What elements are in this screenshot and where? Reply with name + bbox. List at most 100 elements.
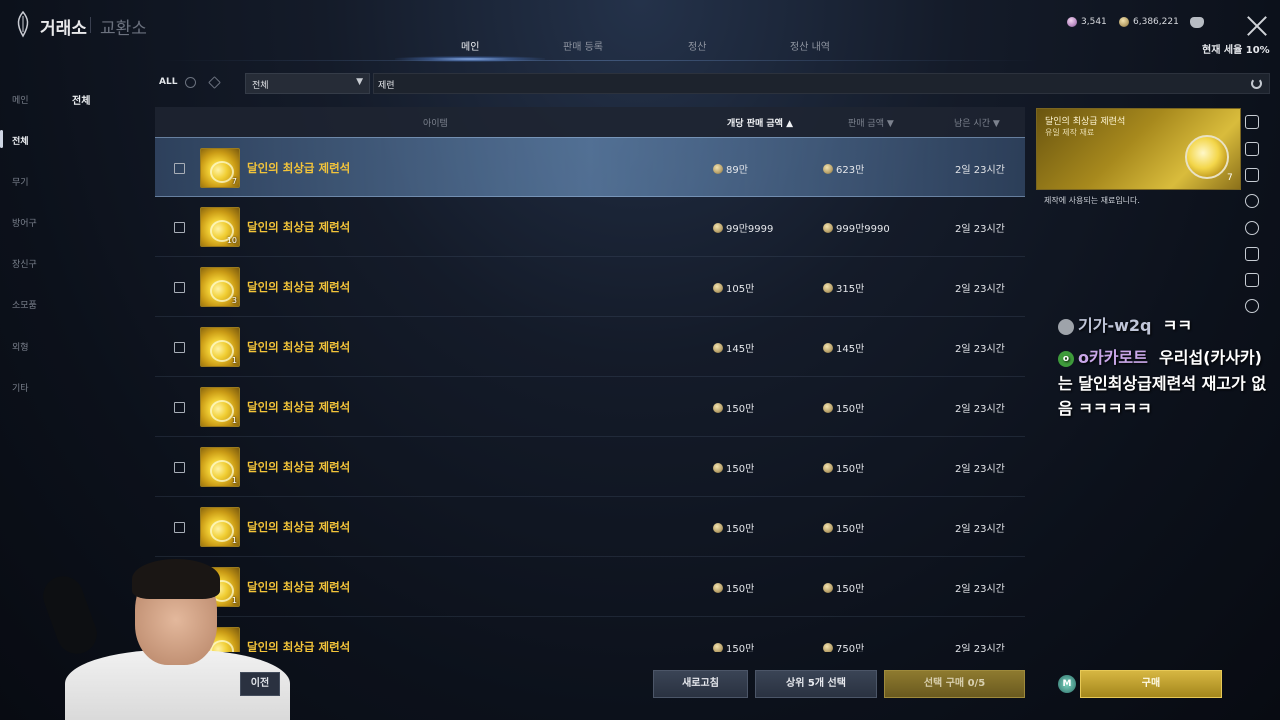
row-checkbox[interactable] [174, 522, 185, 533]
table-header: 아이템 개당 판매 금액 ▲ 판매 금액 ▼ 남은 시간 ▼ [155, 107, 1025, 137]
table-row[interactable]: 10 달인의 최상급 제련석 99만9999 999만9990 2일 23시간 [155, 197, 1025, 257]
row-checkbox[interactable] [174, 462, 185, 473]
search-box[interactable] [373, 73, 1270, 94]
chat-badge-icon [1058, 318, 1074, 335]
upgrade-icon[interactable] [1245, 115, 1259, 129]
refresh-button[interactable]: 새로고침 [653, 670, 748, 698]
pouch-icon[interactable] [1190, 17, 1204, 28]
unit-price-value: 150만 [726, 524, 755, 535]
detail-quantity: 7 [1227, 173, 1233, 183]
row-checkbox[interactable] [174, 402, 185, 413]
gold-coin-icon [823, 582, 833, 593]
exchange-tab-title[interactable]: 교환소 [100, 14, 147, 39]
search-input[interactable] [378, 76, 1238, 92]
table-row[interactable]: 1 달인의 최상급 제련석 145만 145만 2일 23시간 [155, 317, 1025, 377]
category-select[interactable]: 전체 ▼ [245, 73, 370, 94]
row-checkbox[interactable] [174, 222, 185, 233]
scale-icon[interactable] [1245, 273, 1259, 287]
total-price-value: 150만 [836, 404, 865, 415]
column-unit-price[interactable]: 개당 판매 금액 ▲ [727, 116, 793, 129]
sidebar-item-all[interactable]: 전체 [12, 134, 29, 147]
refining-stone-icon: 1 [200, 507, 240, 547]
column-item: 아이템 [423, 119, 448, 129]
prev-page-button[interactable]: 이전 [240, 672, 280, 696]
sidebar-sub-all[interactable]: 전체 [72, 92, 90, 107]
unit-price: 150만 [713, 460, 754, 475]
tab-settlement[interactable]: 정산 [688, 38, 706, 53]
total-price: 150만 [823, 400, 864, 415]
info-filter-icon[interactable] [185, 77, 196, 88]
sidebar-item-armor[interactable]: 방어구 [12, 216, 37, 229]
column-total-price[interactable]: 판매 금액 ▼ [848, 116, 894, 129]
gold-coin-icon [713, 342, 723, 353]
potion-icon[interactable] [1245, 221, 1259, 235]
time-left: 2일 23시간 [955, 344, 1005, 355]
chat-line: 기가-w2q ㅋㅋ [1058, 312, 1192, 336]
chat-line-cont: 음 ㅋㅋㅋㅋㅋ [1058, 399, 1152, 418]
sidebar-item-weapon[interactable]: 무기 [12, 175, 29, 188]
item-name: 달인의 최상급 제련석 [247, 340, 351, 354]
gold-coin-icon [713, 462, 723, 473]
tab-main[interactable]: 메인 [461, 38, 479, 53]
total-price: 150만 [823, 580, 864, 595]
share-icon[interactable] [1245, 299, 1259, 313]
total-price: 145만 [823, 340, 864, 355]
unit-price-value: 150만 [726, 644, 755, 652]
scroll-icon[interactable] [1245, 168, 1259, 182]
sidebar-item-accessory[interactable]: 장신구 [12, 257, 37, 270]
row-checkbox[interactable] [174, 282, 185, 293]
detail-subtitle: 유일 제작 재료 [1045, 128, 1095, 137]
page-title: 거래소 [40, 19, 87, 39]
total-price: 150만 [823, 520, 864, 535]
gem-filter-icon[interactable] [208, 76, 221, 89]
tab-register-sale[interactable]: 판매 등록 [563, 38, 603, 53]
time-left: 2일 23시간 [955, 224, 1005, 235]
gem-icon[interactable] [1245, 194, 1259, 208]
total-price-value: 150만 [836, 524, 865, 535]
table-row[interactable]: 3 달인의 최상급 제련석 105만 315만 2일 23시간 [155, 257, 1025, 317]
table-row[interactable]: 1 달인의 최상급 제련석 150만 150만 2일 23시간 [155, 377, 1025, 437]
gold-coin-icon [823, 222, 833, 233]
unit-price: 150만 [713, 580, 754, 595]
unit-price-value: 145만 [726, 344, 755, 355]
tab-settlement-history[interactable]: 정산 내역 [790, 38, 830, 53]
exchange-icon[interactable] [1245, 247, 1259, 261]
unit-price-value: 150만 [726, 584, 755, 595]
gem-amount: 3,541 [1081, 17, 1107, 27]
item-quantity: 3 [231, 296, 237, 305]
total-price-value: 150만 [836, 464, 865, 475]
unit-price: 150만 [713, 520, 754, 535]
refresh-search-icon[interactable] [1251, 78, 1262, 89]
column-time-left[interactable]: 남은 시간 ▼ [954, 116, 1000, 129]
chat-username: o카카로트 [1078, 348, 1148, 367]
membership-icon: M [1058, 675, 1076, 693]
unit-price-value: 150만 [726, 404, 755, 415]
gold-coin-icon [713, 522, 723, 533]
sort-down-icon: ▼ [886, 119, 894, 129]
refining-stone-icon: 1 [200, 387, 240, 427]
gold-coin-icon [713, 582, 723, 593]
select-top5-button[interactable]: 상위 5개 선택 [755, 670, 877, 698]
detail-description: 제작에 사용되는 재료입니다. [1044, 196, 1140, 205]
sidebar-item-consumable[interactable]: 소모품 [12, 298, 37, 311]
close-icon[interactable] [1246, 15, 1268, 37]
sidebar-item-etc[interactable]: 기타 [12, 381, 29, 394]
sidebar-item-appearance[interactable]: 외형 [12, 340, 29, 353]
sidebar-item-main[interactable]: 메인 [12, 93, 29, 106]
sort-down-icon: ▼ [992, 119, 1000, 129]
gold-coin-icon [713, 222, 723, 233]
tools-icon[interactable] [1245, 142, 1259, 156]
unit-price: 150만 [713, 640, 754, 652]
buy-button[interactable]: 구매 [1080, 670, 1222, 698]
gold-coin-icon [823, 522, 833, 533]
table-row[interactable]: 7 달인의 최상급 제련석 89만 623만 2일 23시간 [155, 137, 1025, 197]
item-name: 달인의 최상급 제련석 [247, 161, 351, 175]
row-checkbox[interactable] [174, 342, 185, 353]
row-checkbox[interactable] [174, 163, 185, 174]
all-filter[interactable]: ALL [159, 77, 177, 87]
total-price: 750만 [823, 640, 864, 652]
table-row[interactable]: 1 달인의 최상급 제련석 150만 150만 2일 23시간 [155, 437, 1025, 497]
logo-icon [17, 10, 29, 38]
table-row[interactable]: 1 달인의 최상급 제련석 150만 150만 2일 23시간 [155, 497, 1025, 557]
buy-selected-button[interactable]: 선택 구매 0/5 [884, 670, 1025, 698]
